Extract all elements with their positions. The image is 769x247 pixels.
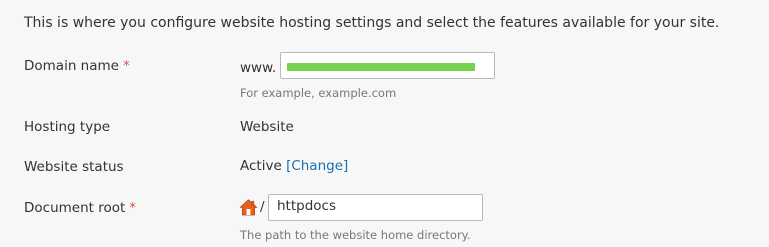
- hosting-type-value: Website: [240, 119, 294, 135]
- domain-hint: For example, example.com: [240, 86, 397, 100]
- required-marker: *: [129, 200, 137, 216]
- home-icon: [239, 198, 258, 217]
- website-status-label: Website status: [24, 159, 124, 175]
- redacted-domain-value: [287, 63, 475, 71]
- domain-name-input[interactable]: [280, 52, 495, 79]
- intro-text: This is where you configure website host…: [24, 15, 720, 31]
- required-marker: *: [122, 58, 130, 74]
- website-status-text: Active: [240, 158, 282, 174]
- domain-name-label: Domain name *: [24, 58, 130, 74]
- domain-name-label-text: Domain name: [24, 58, 119, 74]
- hosting-type-label: Hosting type: [24, 119, 111, 135]
- domain-prefix: www.: [240, 60, 277, 76]
- website-status-value: Active [Change]: [240, 158, 348, 174]
- document-root-label-text: Document root: [24, 200, 126, 216]
- document-root-label: Document root *: [24, 200, 136, 216]
- change-status-link[interactable]: [Change]: [286, 158, 348, 174]
- path-separator: /: [260, 199, 265, 215]
- document-root-hint: The path to the website home directory.: [240, 228, 471, 242]
- document-root-input[interactable]: httpdocs: [268, 194, 483, 221]
